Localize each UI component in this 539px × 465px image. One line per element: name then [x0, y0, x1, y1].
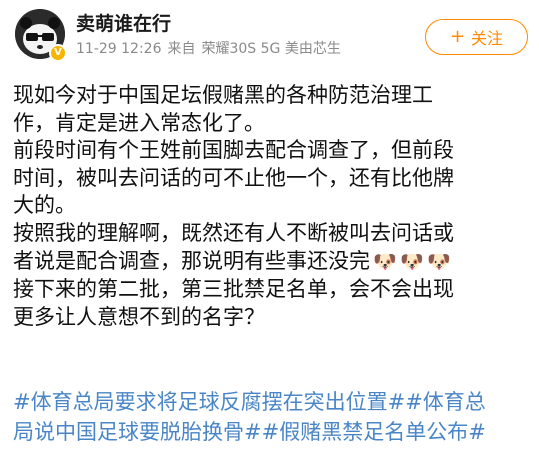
sunglasses-bridge [37, 35, 43, 37]
body-line: 现如今对于中国足坛假赌黑的各种防范治理工 [13, 83, 433, 107]
body-line: 更多让人意想不到的名字？ [13, 304, 265, 329]
hashtag-link[interactable]: #体育总局要求将足球反腐摆在突出位置# [13, 390, 405, 414]
plus-icon: + [449, 26, 466, 47]
author-name[interactable]: 卖萌谁在行 [76, 9, 171, 36]
panda-nose [37, 45, 43, 49]
doge-emoji-icon: 🐶 [427, 250, 451, 273]
body-line: 时间，被叫去问话的可不止他一个，还有比他牌 [13, 165, 454, 190]
follow-label: 关注 [471, 29, 504, 48]
post-time: 11-29 12:26 [76, 41, 162, 57]
post-meta: 11-29 12:26 来自 荣耀30S 5G 美由芯生 [76, 38, 347, 58]
doge-emoji-icon: 🐶 [373, 250, 397, 273]
doge-emoji-icon: 🐶 [400, 250, 424, 273]
body-line-with-emoji: 者说是配合调查，那说明有些事还没完 🐶 🐶 🐶 [13, 248, 529, 277]
sunglasses-left-lens [26, 33, 38, 41]
body-line: 接下来的第二批，第三批禁足名单，会不会出现 [13, 277, 454, 302]
panda-left-ear [20, 17, 32, 29]
post-header: V 卖萌谁在行 11-29 12:26 来自 荣耀30S 5G 美由芯生 + 关注 [0, 0, 539, 70]
post-device[interactable]: 荣耀30S 5G 美由芯生 [201, 41, 340, 57]
body-line: 作，肯定是进入常态化了。 [13, 110, 265, 135]
follow-button[interactable]: + 关注 [425, 19, 528, 55]
hashtag-first-part-of-second[interactable]: #体育总 [405, 390, 486, 414]
hashtag-link[interactable]: #假赌黑禁足名单公布# [262, 420, 486, 444]
panda-right-ear [48, 17, 60, 29]
body-line: 按照我的理解啊，既然还有人不断被叫去问话或 [13, 220, 454, 245]
body-line: 者说是配合调查，那说明有些事还没完 [13, 248, 370, 273]
sunglasses-right-lens [42, 33, 54, 41]
verified-badge-icon: V [49, 44, 67, 62]
body-line: 前段时间有个王姓前国脚去配合调查了，但前段 [13, 138, 454, 163]
body-line: 大的。 [13, 193, 76, 218]
post-body: 现如今对于中国足坛假赌黑的各种防范治理工 作，肯定是进入常态化了。 前段时间有个… [13, 82, 529, 331]
source-prefix: 来自 [167, 41, 196, 57]
weibo-post: V 卖萌谁在行 11-29 12:26 来自 荣耀30S 5G 美由芯生 + 关注 … [0, 0, 539, 465]
hashtag-link-continuation[interactable]: 局说中国足球要脱胎换骨# [13, 420, 262, 444]
hashtag-list: #体育总局要求将足球反腐摆在突出位置##体育总局说中国足球要脱胎换骨##假赌黑禁… [13, 387, 533, 447]
